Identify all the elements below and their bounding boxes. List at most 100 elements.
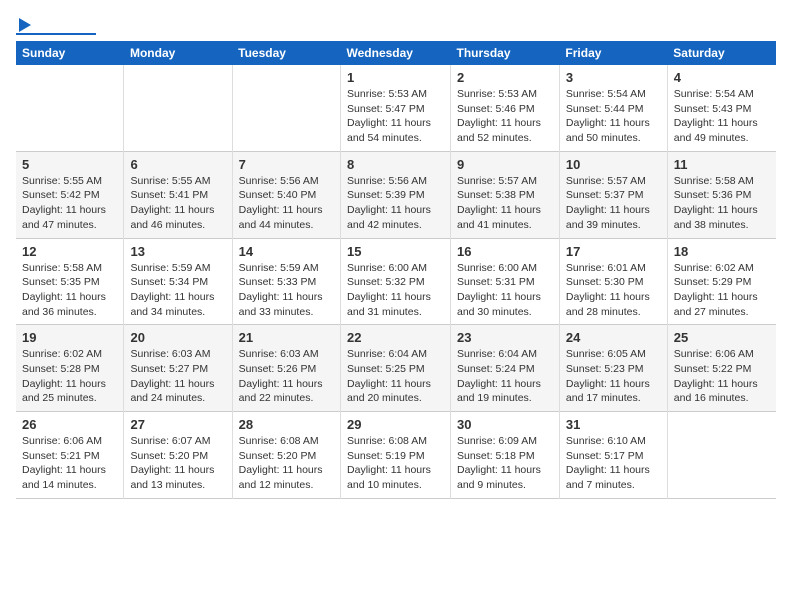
day-info: Sunrise: 6:04 AM Sunset: 5:25 PM Dayligh… [347,347,444,406]
calendar-cell: 7 Sunrise: 5:56 AM Sunset: 5:40 PM Daylig… [232,151,340,238]
day-info: Sunrise: 5:54 AM Sunset: 5:44 PM Dayligh… [566,87,661,146]
day-number: 20 [130,330,225,345]
calendar-cell: 23 Sunrise: 6:04 AM Sunset: 5:24 PM Dayli… [451,325,560,412]
weekday-wednesday: Wednesday [341,41,451,65]
weekday-sunday: Sunday [16,41,124,65]
calendar-cell: 31 Sunrise: 6:10 AM Sunset: 5:17 PM Dayli… [559,412,667,499]
day-number: 15 [347,244,444,259]
day-number: 31 [566,417,661,432]
calendar-cell: 9 Sunrise: 5:57 AM Sunset: 5:38 PM Daylig… [451,151,560,238]
calendar-cell: 30Sunrise: 6:09 AM Sunset: 5:18 PM Dayli… [451,412,560,499]
calendar-cell: 24Sunrise: 6:05 AM Sunset: 5:23 PM Dayli… [559,325,667,412]
day-number: 17 [566,244,661,259]
calendar-cell: 15 Sunrise: 6:00 AM Sunset: 5:32 PM Dayli… [341,238,451,325]
day-info: Sunrise: 5:56 AM Sunset: 5:40 PM Dayligh… [239,174,334,233]
calendar-cell: 6 Sunrise: 5:55 AM Sunset: 5:41 PM Daylig… [124,151,232,238]
day-info: Sunrise: 6:06 AM Sunset: 5:21 PM Dayligh… [22,434,117,493]
calendar-cell: 18 Sunrise: 6:02 AM Sunset: 5:29 PM Dayli… [667,238,776,325]
day-number: 4 [674,70,770,85]
day-info: Sunrise: 5:56 AM Sunset: 5:39 PM Dayligh… [347,174,444,233]
day-number: 21 [239,330,334,345]
day-info: Sunrise: 6:07 AM Sunset: 5:20 PM Dayligh… [130,434,225,493]
day-info: Sunrise: 6:09 AM Sunset: 5:18 PM Dayligh… [457,434,553,493]
day-number: 11 [674,157,770,172]
day-number: 3 [566,70,661,85]
day-info: Sunrise: 5:59 AM Sunset: 5:33 PM Dayligh… [239,261,334,320]
weekday-monday: Monday [124,41,232,65]
calendar-cell [16,65,124,151]
day-info: Sunrise: 6:03 AM Sunset: 5:27 PM Dayligh… [130,347,225,406]
day-info: Sunrise: 5:55 AM Sunset: 5:41 PM Dayligh… [130,174,225,233]
day-number: 26 [22,417,117,432]
page-header [16,16,776,33]
day-info: Sunrise: 5:53 AM Sunset: 5:46 PM Dayligh… [457,87,553,146]
day-info: Sunrise: 5:57 AM Sunset: 5:38 PM Dayligh… [457,174,553,233]
day-number: 10 [566,157,661,172]
day-number: 5 [22,157,117,172]
calendar-cell: 1 Sunrise: 5:53 AM Sunset: 5:47 PM Daylig… [341,65,451,151]
day-number: 25 [674,330,770,345]
day-number: 24 [566,330,661,345]
calendar-cell: 28 Sunrise: 6:08 AM Sunset: 5:20 PM Dayli… [232,412,340,499]
day-number: 6 [130,157,225,172]
day-number: 23 [457,330,553,345]
day-number: 1 [347,70,444,85]
day-number: 22 [347,330,444,345]
day-number: 7 [239,157,334,172]
day-info: Sunrise: 6:10 AM Sunset: 5:17 PM Dayligh… [566,434,661,493]
day-number: 9 [457,157,553,172]
day-info: Sunrise: 6:02 AM Sunset: 5:29 PM Dayligh… [674,261,770,320]
logo-arrow-icon [19,18,31,32]
logo-divider [16,33,96,35]
week-row-2: 5Sunrise: 5:55 AM Sunset: 5:42 PM Daylig… [16,151,776,238]
calendar-body: 1 Sunrise: 5:53 AM Sunset: 5:47 PM Daylig… [16,65,776,498]
calendar-cell: 26 Sunrise: 6:06 AM Sunset: 5:21 PM Dayli… [16,412,124,499]
day-info: Sunrise: 6:08 AM Sunset: 5:20 PM Dayligh… [239,434,334,493]
calendar-cell: 2 Sunrise: 5:53 AM Sunset: 5:46 PM Daylig… [451,65,560,151]
calendar-cell [232,65,340,151]
day-info: Sunrise: 5:57 AM Sunset: 5:37 PM Dayligh… [566,174,661,233]
calendar-cell: 21 Sunrise: 6:03 AM Sunset: 5:26 PM Dayli… [232,325,340,412]
calendar-cell [124,65,232,151]
weekday-tuesday: Tuesday [232,41,340,65]
calendar-cell: 14 Sunrise: 5:59 AM Sunset: 5:33 PM Dayli… [232,238,340,325]
calendar-cell: 20 Sunrise: 6:03 AM Sunset: 5:27 PM Dayli… [124,325,232,412]
week-row-4: 19 Sunrise: 6:02 AM Sunset: 5:28 PM Dayli… [16,325,776,412]
calendar-cell: 13 Sunrise: 5:59 AM Sunset: 5:34 PM Dayli… [124,238,232,325]
calendar-cell: 25 Sunrise: 6:06 AM Sunset: 5:22 PM Dayli… [667,325,776,412]
calendar-cell: 16Sunrise: 6:00 AM Sunset: 5:31 PM Dayli… [451,238,560,325]
calendar-cell: 4 Sunrise: 5:54 AM Sunset: 5:43 PM Daylig… [667,65,776,151]
day-info: Sunrise: 5:53 AM Sunset: 5:47 PM Dayligh… [347,87,444,146]
logo [16,16,96,33]
weekday-friday: Friday [559,41,667,65]
day-info: Sunrise: 6:00 AM Sunset: 5:32 PM Dayligh… [347,261,444,320]
day-info: Sunrise: 5:54 AM Sunset: 5:43 PM Dayligh… [674,87,770,146]
day-info: Sunrise: 6:08 AM Sunset: 5:19 PM Dayligh… [347,434,444,493]
calendar-cell: 10 Sunrise: 5:57 AM Sunset: 5:37 PM Dayli… [559,151,667,238]
day-number: 18 [674,244,770,259]
day-number: 12 [22,244,117,259]
day-number: 29 [347,417,444,432]
day-info: Sunrise: 6:04 AM Sunset: 5:24 PM Dayligh… [457,347,553,406]
day-info: Sunrise: 6:03 AM Sunset: 5:26 PM Dayligh… [239,347,334,406]
day-number: 14 [239,244,334,259]
calendar-cell: 3 Sunrise: 5:54 AM Sunset: 5:44 PM Daylig… [559,65,667,151]
day-info: Sunrise: 5:58 AM Sunset: 5:36 PM Dayligh… [674,174,770,233]
calendar-cell: 22 Sunrise: 6:04 AM Sunset: 5:25 PM Dayli… [341,325,451,412]
day-info: Sunrise: 6:06 AM Sunset: 5:22 PM Dayligh… [674,347,770,406]
day-info: Sunrise: 5:58 AM Sunset: 5:35 PM Dayligh… [22,261,117,320]
day-info: Sunrise: 6:01 AM Sunset: 5:30 PM Dayligh… [566,261,661,320]
calendar-cell: 29 Sunrise: 6:08 AM Sunset: 5:19 PM Dayli… [341,412,451,499]
day-number: 19 [22,330,117,345]
calendar-table: SundayMondayTuesdayWednesdayThursdayFrid… [16,41,776,499]
calendar-cell [667,412,776,499]
day-info: Sunrise: 6:02 AM Sunset: 5:28 PM Dayligh… [22,347,117,406]
day-info: Sunrise: 6:00 AM Sunset: 5:31 PM Dayligh… [457,261,553,320]
calendar-cell: 27Sunrise: 6:07 AM Sunset: 5:20 PM Dayli… [124,412,232,499]
day-number: 2 [457,70,553,85]
day-info: Sunrise: 5:59 AM Sunset: 5:34 PM Dayligh… [130,261,225,320]
calendar-cell: 5Sunrise: 5:55 AM Sunset: 5:42 PM Daylig… [16,151,124,238]
day-number: 28 [239,417,334,432]
day-number: 13 [130,244,225,259]
week-row-1: 1 Sunrise: 5:53 AM Sunset: 5:47 PM Daylig… [16,65,776,151]
